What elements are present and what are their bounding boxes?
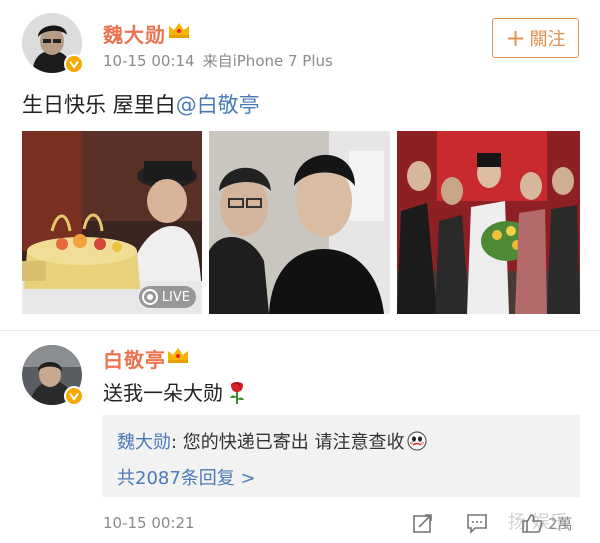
comment-icon[interactable] xyxy=(466,512,488,534)
photo-selfie[interactable] xyxy=(209,131,390,314)
reply-author-name[interactable]: 白敬亭 xyxy=(103,344,166,373)
reply-time: 10-15 00:21 xyxy=(103,514,195,532)
quote-line: 魏大勋: 您的快递已寄出 请注意查收 xyxy=(117,428,427,454)
follow-button[interactable]: + 關注 xyxy=(492,18,579,58)
reply-text: 送我一朵大勋 xyxy=(103,377,247,406)
post-time: 10-15 00:14 xyxy=(103,52,195,70)
verified-badge-icon xyxy=(64,386,84,406)
post-text-body: 生日快乐 屋里白 xyxy=(22,93,176,117)
post-text: 生日快乐 屋里白@白敬亭 xyxy=(22,89,260,119)
crown-icon xyxy=(166,345,190,365)
photo-group[interactable] xyxy=(397,131,580,314)
post-source[interactable]: 来自iPhone 7 Plus xyxy=(203,52,333,70)
more-replies-link[interactable]: 共2087条回复 > xyxy=(117,464,256,490)
photo-cake[interactable]: LIVE xyxy=(22,131,202,314)
like-count: 2萬 xyxy=(548,515,573,533)
live-label: LIVE xyxy=(161,289,190,305)
repost-icon[interactable] xyxy=(412,512,434,534)
crown-icon xyxy=(167,20,191,40)
rose-icon xyxy=(230,382,244,404)
live-badge: LIVE xyxy=(138,286,196,308)
follow-label: 關注 xyxy=(529,29,566,50)
live-icon xyxy=(141,289,158,305)
section-divider xyxy=(0,330,600,331)
quote-author-link[interactable]: 魏大勋 xyxy=(117,432,171,453)
emoji-icon xyxy=(406,431,427,451)
author-name[interactable]: 魏大勋 xyxy=(103,19,166,48)
like-icon[interactable] xyxy=(521,512,543,534)
quote-text: : 您的快递已寄出 请注意查收 xyxy=(171,432,405,453)
reply-quote-box[interactable]: 魏大勋: 您的快递已寄出 请注意查收 共2087条回复 > xyxy=(102,415,580,497)
plus-icon: + xyxy=(505,24,526,52)
verified-badge-icon xyxy=(64,54,84,74)
post-card: 魏大勋 10-15 00:14 来自iPhone 7 Plus + 關注 生日快乐… xyxy=(0,0,600,318)
reply-text-body: 送我一朵大勋 xyxy=(103,381,223,405)
post-meta: 10-15 00:14 来自iPhone 7 Plus xyxy=(103,50,333,71)
mention-link[interactable]: @白敬亭 xyxy=(176,93,260,117)
